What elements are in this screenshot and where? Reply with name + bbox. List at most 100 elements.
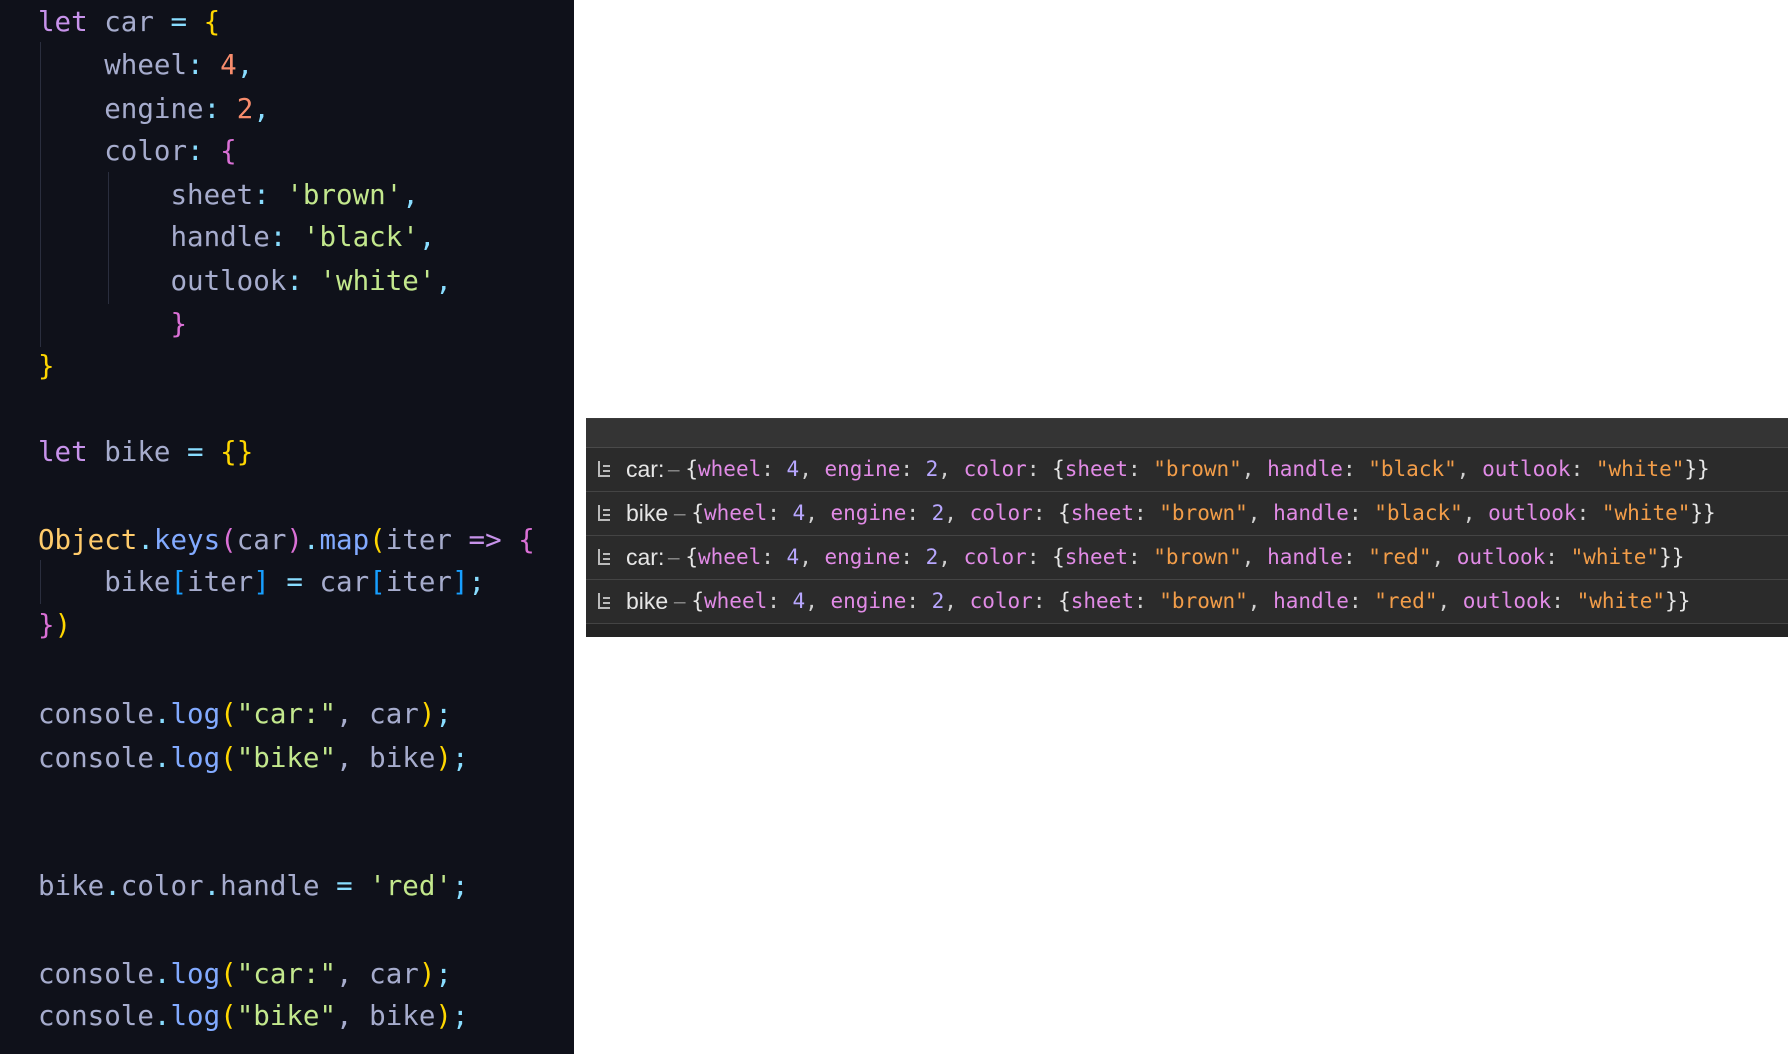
code-token: 'black' [302,221,419,253]
code-token: ; [468,566,486,598]
code-token: ( [220,698,237,730]
code-line: engine: 2, [38,89,270,129]
code-token: handle [38,221,270,253]
object-value: 4 [786,545,800,569]
code-token: console [38,958,154,990]
console-log-row[interactable]: bike – {wheel: 4, engine: 2, color: {she… [586,580,1788,624]
log-label: bike [626,500,669,526]
punctuation: : [767,501,793,525]
code-editor[interactable]: let car = { wheel: 4, engine: 2, color: … [0,0,574,1054]
punctuation: , [944,589,970,613]
punctuation: : [1348,589,1375,613]
object-key: engine [824,545,901,569]
code-token: bike [87,436,188,468]
code-token: color [120,870,204,902]
console-toolbar [586,419,1788,448]
console-log-row[interactable]: car: – {wheel: 4, engine: 2, color: {she… [586,448,1788,492]
object-key: sheet [1070,589,1134,613]
object-key: engine [830,501,907,525]
code-token: ( [220,524,237,556]
code-line: Object.keys(car).map(iter => { [38,520,535,560]
log-label: car: [626,544,665,570]
object-value: 4 [786,457,800,481]
log-object-preview[interactable]: – {wheel: 4, engine: 2, color: {sheet: "… [662,536,1685,579]
punctuation: : [1032,589,1059,613]
code-token: ) [435,1000,452,1032]
code-token: . [104,870,121,902]
code-token: "bike" [236,1000,337,1032]
punctuation: , [1241,457,1268,481]
code-token: : [203,93,237,125]
code-token: : [269,221,303,253]
code-token: 'brown' [286,179,403,211]
code-token: ) [435,742,452,774]
code-token: ; [435,958,452,990]
code-token: bike [38,870,105,902]
object-key: engine [824,457,901,481]
object-value: "red" [1374,589,1438,613]
code-token: , bike [336,742,436,774]
code-token: log [170,742,221,774]
punctuation: : [1342,457,1369,481]
object-key: wheel [704,501,768,525]
code-token: [ [369,566,386,598]
punctuation: , [938,457,964,481]
object-key: handle [1267,545,1343,569]
log-entry-icon [598,461,610,477]
code-token: } [38,308,188,340]
code-token: {} [220,436,254,468]
object-key: handle [1273,501,1349,525]
punctuation: , [805,501,831,525]
brace: { [691,589,705,613]
object-key: sheet [1064,457,1128,481]
object-key: wheel [698,545,762,569]
object-value: 4 [792,589,806,613]
object-value: "white" [1570,545,1660,569]
code-line: console.log("bike", bike); [38,738,469,778]
code-token: car [87,6,171,38]
code-token: ( [220,742,237,774]
code-line: console.log("bike", bike); [38,996,469,1036]
object-key: engine [830,589,907,613]
log-object-preview[interactable]: – {wheel: 4, engine: 2, color: {sheet: "… [668,580,1691,623]
log-object-preview[interactable]: – {wheel: 4, engine: 2, color: {sheet: "… [662,448,1710,491]
code-token: = [187,436,204,468]
code-token: . [153,742,171,774]
code-token: console [38,1000,154,1032]
object-value: "brown" [1153,545,1242,569]
code-token: } [38,609,55,641]
brace: }} [1665,589,1691,613]
code-token: log [170,1000,221,1032]
brace: { [691,501,705,525]
log-label: car: [626,456,665,482]
console-log-row[interactable]: bike – {wheel: 4, engine: 2, color: {she… [586,492,1788,536]
object-key: handle [1267,457,1343,481]
code-token: 'red' [369,870,452,902]
punctuation: : [900,457,926,481]
code-token: car [236,524,287,556]
object-key: outlook [1482,457,1571,481]
code-token: : [253,179,287,211]
brace: { [685,457,699,481]
code-line: let car = { [38,2,220,42]
object-value: "black" [1374,501,1463,525]
object-key: color [963,457,1027,481]
console-log-row[interactable]: car: – {wheel: 4, engine: 2, color: {she… [586,536,1788,580]
code-token: outlook [38,265,287,297]
separator-dash: – [668,502,692,525]
code-token: = [170,6,188,38]
code-token: 2 [236,93,254,125]
code-token: = [286,566,303,598]
log-entry-icon [598,505,610,521]
punctuation: , [799,545,825,569]
brace: }} [1690,501,1716,525]
punctuation: : [1348,501,1375,525]
code-line: }) [38,605,71,645]
object-value: "brown" [1159,589,1248,613]
code-token: , [435,265,452,297]
object-key: wheel [704,589,768,613]
log-object-preview[interactable]: – {wheel: 4, engine: 2, color: {sheet: "… [668,492,1716,535]
code-token: car [302,566,370,598]
